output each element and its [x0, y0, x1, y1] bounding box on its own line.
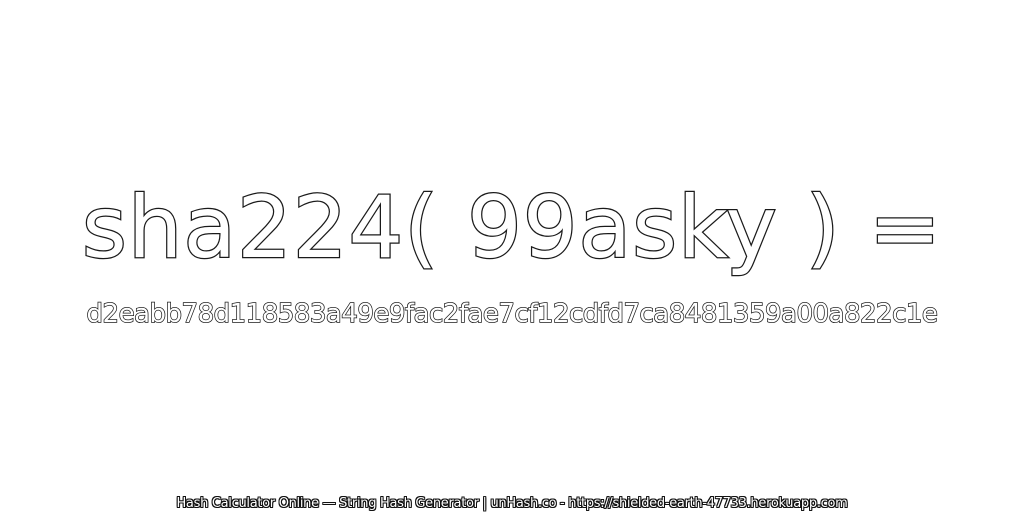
hash-expression-heading: sha224( 99asky ) =	[81, 177, 942, 280]
hash-result-value: d2eabb78d118583a49e9fac2fae7cf12cdfd7ca8…	[86, 298, 939, 330]
site-footer-credit: Hash Calculator Online — String Hash Gen…	[176, 496, 848, 511]
